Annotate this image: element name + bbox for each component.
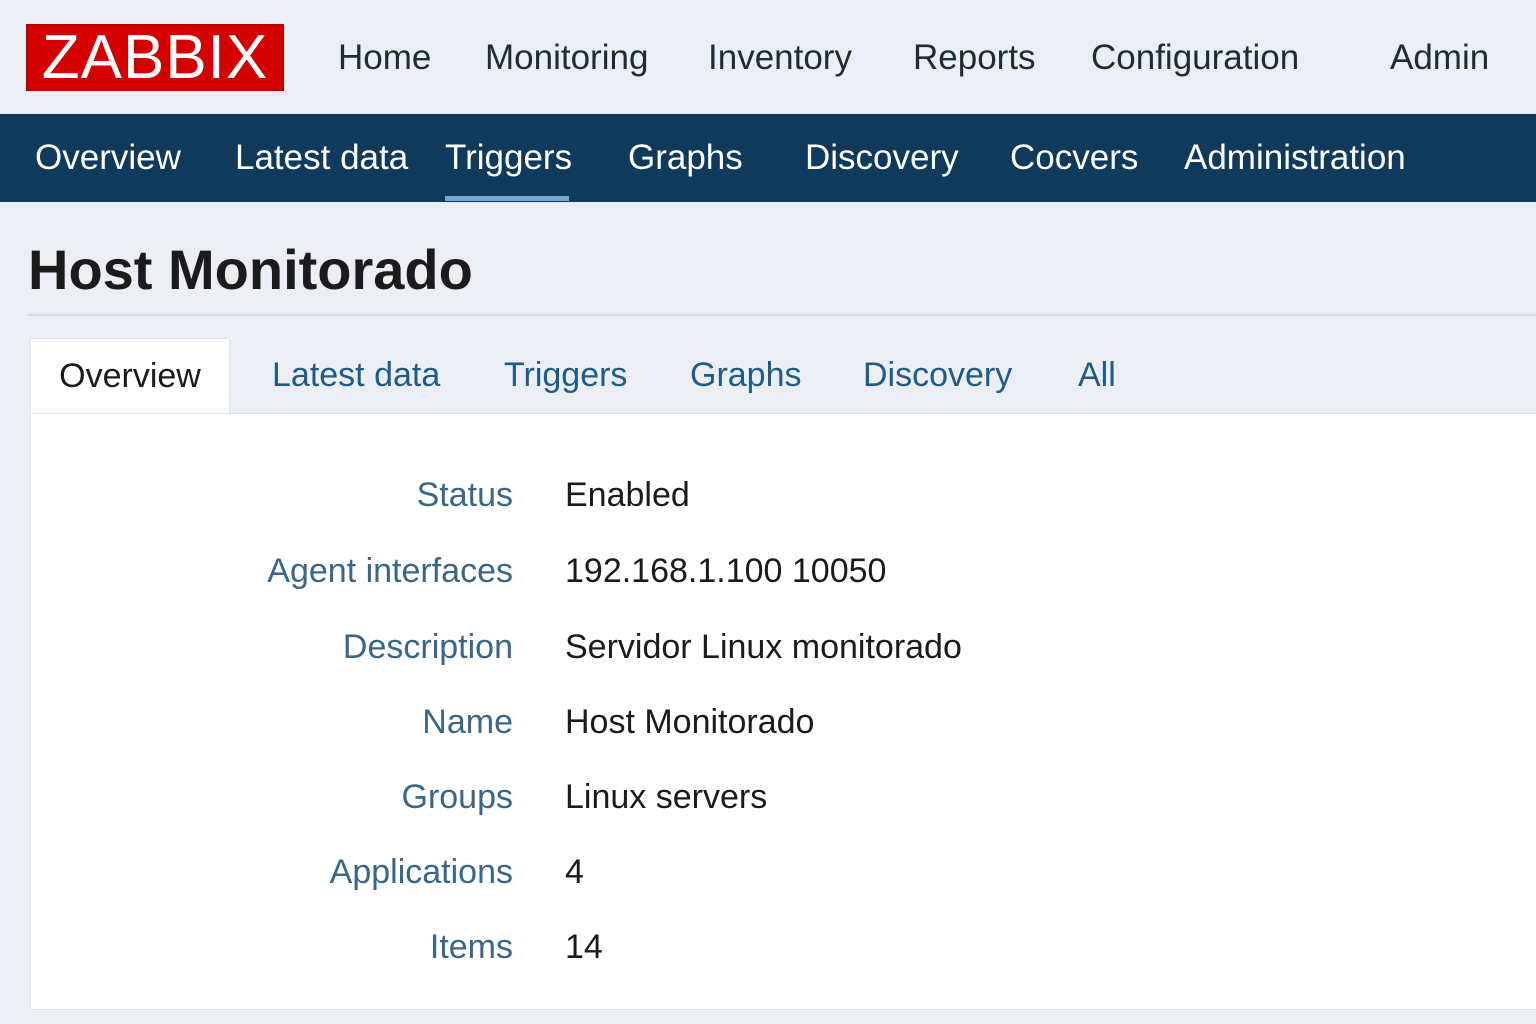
page-title: Host Monitorado: [28, 238, 473, 301]
zabbix-page: ZABBIX Home Monitoring Inventory Reports…: [0, 0, 1536, 1024]
zabbix-logo[interactable]: ZABBIX: [26, 24, 284, 91]
sub-nav-triggers[interactable]: Triggers: [445, 136, 572, 180]
top-menu-configuration[interactable]: Configuration: [1091, 36, 1299, 80]
status-label: Status: [416, 476, 513, 514]
top-menu-admin[interactable]: Admin: [1390, 36, 1489, 80]
description-value: Servidor Linux monitorado: [565, 628, 962, 666]
sub-nav-latest-data[interactable]: Latest data: [235, 136, 408, 180]
tab-overview[interactable]: Overview: [30, 338, 230, 415]
tab-discovery[interactable]: Discovery: [863, 354, 1012, 396]
top-menu-monitoring[interactable]: Monitoring: [485, 36, 648, 80]
applications-label: Applications: [329, 853, 513, 891]
sub-nav-discovery[interactable]: Discovery: [805, 136, 959, 180]
tab-triggers[interactable]: Triggers: [504, 354, 627, 396]
tab-all[interactable]: All: [1078, 354, 1116, 396]
description-label: Description: [342, 628, 513, 666]
items-value: 14: [565, 928, 603, 966]
groups-label: Groups: [401, 778, 514, 816]
active-sub-nav-indicator: [445, 196, 569, 201]
sub-nav-administration[interactable]: Administration: [1184, 136, 1406, 180]
tab-latest-data[interactable]: Latest data: [272, 354, 440, 396]
tab-graphs[interactable]: Graphs: [690, 354, 802, 396]
agent-interfaces-label: Agent interfaces: [267, 552, 513, 590]
status-value: Enabled: [565, 476, 690, 514]
applications-value: 4: [565, 853, 584, 891]
title-divider: [28, 314, 1536, 316]
name-value: Host Monitorado: [565, 703, 815, 741]
top-header: ZABBIX Home Monitoring Inventory Reports…: [0, 0, 1536, 114]
items-label: Items: [429, 928, 513, 966]
host-details-panel: Status Enabled Agent interfaces 192.168.…: [30, 413, 1536, 1010]
sub-nav-graphs[interactable]: Graphs: [628, 136, 743, 180]
sub-nav-cocvers[interactable]: Cocvers: [1010, 136, 1138, 180]
sub-navigation-bar: Overview Latest data Triggers Graphs Dis…: [0, 114, 1536, 202]
name-label: Name: [422, 703, 513, 741]
top-menu-home[interactable]: Home: [338, 36, 431, 80]
top-menu-reports[interactable]: Reports: [913, 36, 1036, 80]
sub-nav-overview[interactable]: Overview: [35, 136, 181, 180]
groups-value: Linux servers: [565, 778, 768, 816]
agent-interfaces-value: 192.168.1.100 10050: [565, 552, 887, 590]
top-menu-inventory[interactable]: Inventory: [708, 36, 852, 80]
